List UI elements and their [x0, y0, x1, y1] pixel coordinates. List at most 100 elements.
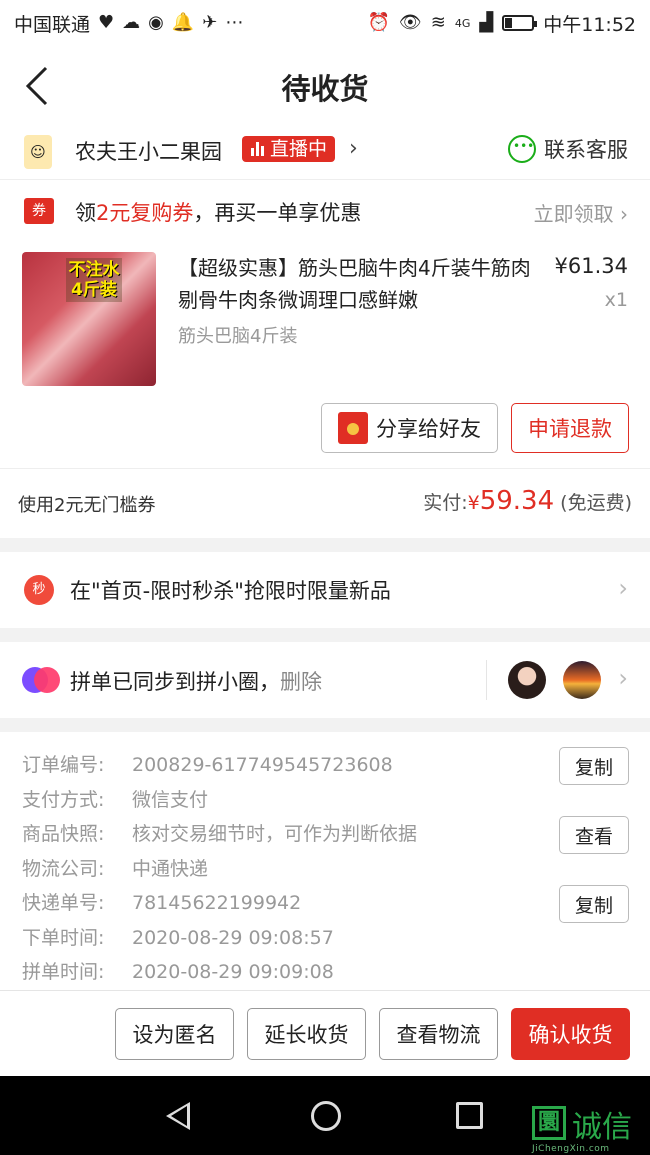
system-back-icon[interactable]	[166, 1102, 190, 1130]
wifi-icon: ≋	[430, 12, 446, 33]
more-icon: ⋯	[225, 12, 244, 33]
order-info-line: 下单时间: 2020-08-29 09:08:57	[22, 923, 334, 950]
carrier-label: 中国联通	[14, 13, 91, 36]
confirm-receipt-button[interactable]: 确认收货	[511, 1008, 630, 1060]
coupon-highlight: 2元复购券	[96, 201, 194, 225]
shop-name[interactable]: 农夫王小二果园	[75, 136, 222, 166]
currency-symbol: ¥	[467, 492, 480, 514]
product-name: 【超级实惠】筋头巴脑牛肉4斤装牛筋肉剔骨牛肉条微调理口感鲜嫩	[178, 256, 531, 312]
product-image-tag: 不注水 4斤装	[66, 258, 122, 302]
group-sync-label: 拼单已同步到拼小圈，	[70, 670, 280, 694]
chevron-right-icon: ›	[618, 574, 628, 602]
clock-label: 中午11:52	[543, 13, 636, 36]
navigation-bar: 待收货	[0, 46, 650, 124]
group-sync-row[interactable]: 拼单已同步到拼小圈，删除 ›	[0, 642, 650, 718]
watermark-sub: JiChengXin.com	[532, 1144, 610, 1154]
shop-logo[interactable]: ☺	[24, 135, 52, 169]
order-info-line: 物流公司: 中通快递	[22, 854, 208, 881]
order-info-line: 订单编号: 200829-617749545723608	[22, 750, 393, 777]
order-info-value: 中通快递	[132, 857, 209, 880]
refund-button[interactable]: 申请退款	[511, 403, 629, 453]
order-info-line: 拼单时间: 2020-08-29 09:09:08	[22, 957, 334, 984]
order-info-line: 商品快照: 核对交易细节时，可作为判断依据	[22, 819, 417, 846]
watermark: 圜 诚信 JiChengXin.com	[532, 1100, 650, 1155]
network-type-label: 4G	[454, 16, 471, 30]
live-bars-icon	[251, 142, 265, 156]
chevron-right-icon: ›	[349, 136, 358, 161]
payment-row: 使用2元无门槛券 实付:¥59.34 (免运费)	[0, 468, 650, 538]
battery-icon	[502, 15, 538, 31]
app-icon: ◉	[148, 12, 164, 33]
live-label: 直播中	[270, 138, 328, 160]
view-logistics-button[interactable]: 查看物流	[379, 1008, 498, 1060]
flash-sale-row[interactable]: 秒 在"首页-限时秒杀"抢限时限量新品 ›	[0, 552, 650, 628]
order-info-label: 快递单号:	[22, 892, 105, 914]
order-info-label: 物流公司:	[22, 857, 105, 880]
chevron-right-icon: ›	[618, 664, 628, 692]
divider	[486, 660, 487, 700]
coupon-text-prefix: 领	[75, 201, 96, 225]
live-badge[interactable]: 直播中	[242, 136, 336, 162]
order-info-value: 2020-08-29 09:09:08	[132, 961, 334, 983]
copy-button[interactable]: 复制	[559, 885, 629, 923]
claim-coupon-button[interactable]: 立即领取 ›	[534, 198, 628, 227]
product-quantity: x1	[604, 289, 628, 311]
order-info-value: 78145622199942	[132, 892, 302, 914]
group-circle-icon	[22, 667, 60, 693]
order-card: ☺ 农夫王小二果园 直播中 › 联系客服 券 领2元复购券，再买一单享优惠 立即…	[0, 124, 650, 468]
system-recents-icon[interactable]	[456, 1102, 483, 1129]
group-delete-link[interactable]: 删除	[280, 670, 322, 694]
status-bar: 中国联通 ♥ ☁ ◉ 🔔 ✈ ⋯ ⏰ 👁 ≋ 4G ▟ 中午11:52	[0, 0, 650, 46]
product-price: ¥61.34	[554, 254, 628, 278]
bottom-action-bar: 设为匿名 延长收货 查看物流 确认收货	[0, 990, 650, 1076]
coupon-text-suffix: ，再买一单享优惠	[193, 201, 362, 225]
customer-service-button[interactable]: 联系客服	[508, 134, 628, 164]
coupon-icon: 券	[24, 198, 54, 224]
shipping-note: (免运费)	[560, 492, 632, 514]
heart-rate-icon: ♥	[98, 12, 115, 33]
extend-receipt-button[interactable]: 延长收货	[247, 1008, 366, 1060]
order-info-label: 支付方式:	[22, 788, 105, 811]
avatar[interactable]	[508, 661, 546, 699]
group-sync-text: 拼单已同步到拼小圈，删除	[70, 666, 322, 696]
coupon-text: 领2元复购券，再买一单享优惠	[75, 197, 361, 227]
order-info-label: 拼单时间:	[22, 961, 105, 983]
order-info-label: 订单编号:	[22, 754, 105, 776]
product-spec: 筋头巴脑4斤装	[178, 326, 298, 347]
order-info-value: 2020-08-29 09:08:57	[132, 926, 334, 949]
coupon-used-label: 使用2元无门槛券	[18, 495, 156, 516]
customer-service-label: 联系客服	[544, 138, 628, 162]
coupon-row: 券 领2元复购券，再买一单享优惠 立即领取 ›	[0, 192, 650, 236]
shop-row: ☺ 农夫王小二果园 直播中 › 联系客服	[0, 124, 650, 180]
order-info-value: 微信支付	[132, 788, 209, 811]
order-info-value: 200829-617749545723608	[132, 754, 393, 776]
bell-icon: 🔔	[171, 12, 195, 33]
order-info-section: 订单编号: 200829-617749545723608 复制 支付方式: 微信支付 商品…	[0, 732, 650, 990]
flash-sale-text: 在"首页-限时秒杀"抢限时限量新品	[70, 579, 391, 603]
alarm-clock-icon: 秒	[24, 575, 54, 605]
product-image[interactable]: 不注水 4斤装	[22, 252, 156, 386]
watermark-text: 诚信	[572, 1110, 632, 1145]
alarm-icon: ⏰	[367, 12, 390, 33]
paid-label: 实付:	[423, 492, 468, 514]
product-item[interactable]: 不注水 4斤装 【超级实惠】筋头巴脑牛肉4斤装牛筋肉剔骨牛肉条微调理口感鲜嫩 ¥…	[0, 252, 650, 392]
copy-button[interactable]: 复制	[559, 747, 629, 785]
set-anonymous-button[interactable]: 设为匿名	[115, 1008, 234, 1060]
page-title: 待收货	[281, 72, 369, 106]
order-info-label: 商品快照:	[22, 823, 105, 845]
view-snapshot-button[interactable]: 查看	[559, 816, 629, 854]
weather-icon: ☁	[122, 12, 141, 33]
order-info-line: 快递单号: 78145622199942	[22, 888, 301, 915]
eye-icon: 👁	[398, 12, 422, 33]
chat-bubble-icon	[508, 135, 536, 163]
red-envelope-icon	[338, 412, 368, 444]
order-info-label: 下单时间:	[22, 926, 105, 949]
rocket-icon: ✈	[202, 12, 218, 33]
share-button[interactable]: 分享给好友	[321, 403, 498, 453]
order-info-line: 支付方式: 微信支付	[22, 785, 208, 812]
paid-amount: 实付:¥59.34 (免运费)	[423, 486, 632, 516]
avatar[interactable]	[563, 661, 601, 699]
share-button-label: 分享给好友	[376, 417, 481, 441]
system-home-icon[interactable]	[311, 1101, 341, 1131]
signal-icon: ▟	[479, 12, 494, 33]
